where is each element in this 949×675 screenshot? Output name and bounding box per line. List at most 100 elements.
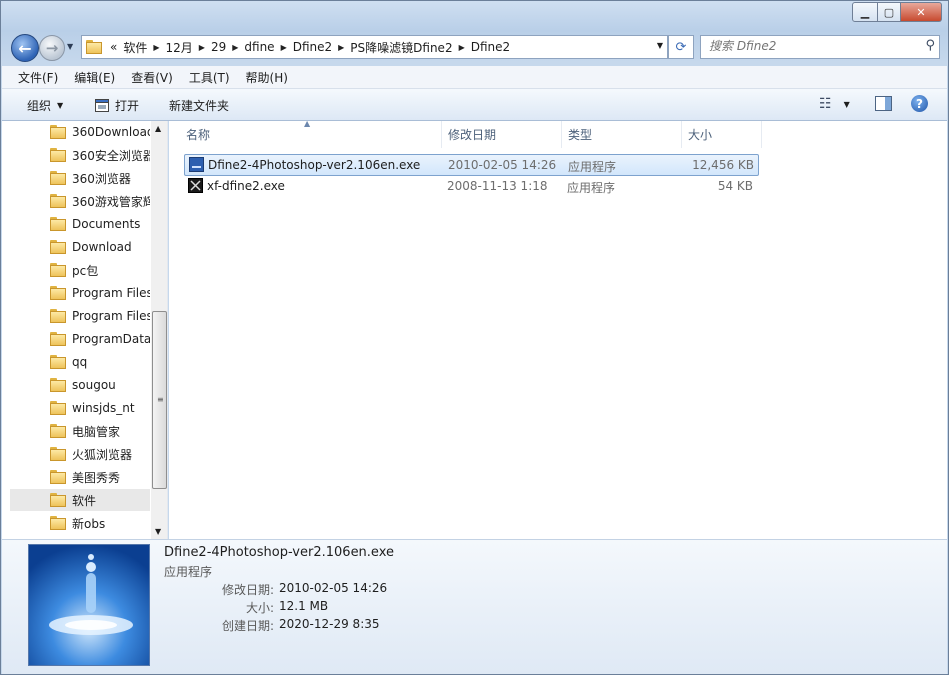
scroll-up-icon[interactable]: ▲ — [155, 124, 161, 133]
breadcrumb-item[interactable]: 29 — [211, 40, 226, 54]
address-dropdown-icon[interactable]: ▼ — [657, 41, 663, 50]
minimize-button[interactable]: ▁ — [852, 2, 878, 22]
column-header-type[interactable]: 类型 — [562, 121, 682, 148]
menu-edit[interactable]: 编辑(E) — [74, 69, 115, 86]
sidebar-item[interactable]: 360浏览器 — [10, 167, 150, 189]
sort-ascending-icon: ▲ — [304, 119, 311, 128]
forward-button[interactable]: → — [39, 35, 65, 61]
file-date: 2008-11-13 1:18 — [447, 179, 548, 193]
menu-tools[interactable]: 工具(T) — [189, 69, 230, 86]
scroll-down-icon[interactable]: ▼ — [155, 527, 161, 536]
details-size-value: 12.1 MB — [279, 599, 329, 613]
sidebar-item-label: 美图秀秀 — [72, 470, 121, 485]
preview-pane-icon[interactable] — [875, 96, 892, 111]
folder-icon — [50, 148, 66, 162]
file-name: Dfine2-4Photoshop-ver2.106en.exe — [208, 158, 421, 172]
open-app-icon — [95, 99, 109, 112]
breadcrumb-separator-icon[interactable]: ▶ — [459, 43, 465, 52]
file-row[interactable]: Dfine2-4Photoshop-ver2.106en.exe 2010-02… — [184, 154, 759, 176]
details-modified-value: 2010-02-05 14:26 — [279, 581, 388, 595]
folder-icon — [50, 194, 66, 208]
folder-icon — [50, 424, 66, 438]
column-date-label: 修改日期 — [448, 128, 497, 142]
details-created: 创建日期: 2020-12-29 8:35 — [164, 617, 384, 635]
back-button[interactable]: ← — [11, 34, 39, 62]
sidebar-item[interactable]: Program Files — [10, 305, 150, 327]
column-header-date[interactable]: 修改日期 — [442, 121, 562, 148]
file-list: 名称 ▲ 修改日期 类型 大小 Dfine2-4Photoshop-ver2.1… — [169, 119, 947, 539]
sidebar-item[interactable]: 火狐浏览器 — [10, 443, 150, 465]
recent-pages-dropdown[interactable]: ▼ — [67, 42, 73, 51]
breadcrumb-separator-icon[interactable]: ▶ — [232, 43, 238, 52]
sidebar-item[interactable]: pc包 — [10, 259, 150, 281]
column-header-size[interactable]: 大小 — [682, 121, 762, 148]
breadcrumb-item[interactable]: 软件 — [123, 39, 147, 56]
sidebar-item[interactable]: 电脑管家 — [10, 420, 150, 442]
details-file-type: 应用程序 — [164, 565, 213, 579]
sidebar-item-selected[interactable]: 软件 — [10, 489, 150, 511]
breadcrumb-item[interactable]: 12月 — [166, 39, 193, 56]
file-type: 应用程序 — [568, 160, 617, 174]
sidebar-scrollbar[interactable]: ▲ ≡ ▼ — [151, 121, 167, 539]
breadcrumb-item[interactable]: Dfine2 — [293, 40, 332, 54]
folder-icon — [50, 401, 66, 415]
scroll-thumb[interactable]: ≡ — [152, 311, 167, 489]
maximize-button[interactable]: ▢ — [878, 2, 901, 22]
breadcrumb-item-current[interactable]: Dfine2 — [471, 40, 510, 54]
back-arrow-icon: ← — [18, 38, 32, 58]
open-button[interactable]: 打开 — [95, 97, 139, 114]
sidebar-item[interactable]: ProgramData — [10, 328, 150, 350]
refresh-button[interactable]: ⟳ — [668, 35, 694, 59]
menu-help[interactable]: 帮助(H) — [246, 69, 288, 86]
sidebar-item[interactable]: 美图秀秀 — [10, 466, 150, 488]
chevron-down-icon: ▼ — [843, 99, 850, 109]
organize-button[interactable]: 组织 ▼ — [27, 97, 63, 114]
details-pane: Dfine2-4Photoshop-ver2.106en.exe 应用程序 修改… — [2, 539, 947, 674]
address-overflow[interactable]: « — [110, 40, 117, 54]
forward-arrow-icon: → — [45, 39, 59, 57]
folder-icon — [86, 40, 102, 54]
sidebar-item-label: 新obs — [72, 516, 106, 531]
sidebar-item[interactable]: 360游戏管家辉 — [10, 190, 150, 212]
breadcrumb-separator-icon[interactable]: ▶ — [199, 43, 205, 52]
sidebar-item[interactable]: winsjds_nt — [10, 397, 150, 419]
breadcrumb-separator-icon[interactable]: ▶ — [281, 43, 287, 52]
sidebar-item-label: 360安全浏览器 — [72, 148, 150, 163]
new-folder-button[interactable]: 新建文件夹 — [169, 97, 229, 114]
column-header-name[interactable]: 名称 ▲ — [169, 119, 442, 148]
sidebar-item[interactable]: sougou — [10, 374, 150, 396]
sidebar-item[interactable]: 新obs — [10, 512, 150, 534]
change-view-button[interactable]: ☷ ▼ — [819, 96, 850, 112]
caption-buttons: ▁ ▢ ✕ — [852, 2, 942, 22]
folder-icon — [50, 286, 66, 300]
sidebar-item[interactable]: 360安全浏览器 — [10, 144, 150, 166]
file-size: 12,456 KB — [692, 158, 754, 172]
sidebar-item[interactable]: Download — [10, 236, 150, 258]
sidebar-item[interactable]: qq — [10, 351, 150, 373]
column-name-label: 名称 — [186, 128, 211, 142]
sidebar-item[interactable]: Program Files — [10, 282, 150, 304]
file-row[interactable]: xf-dfine2.exe 2008-11-13 1:18 应用程序 54 KB — [184, 176, 757, 196]
help-icon[interactable]: ? — [911, 95, 928, 112]
close-button[interactable]: ✕ — [901, 2, 942, 22]
sidebar-item-label: pc包 — [72, 263, 99, 278]
address-bar[interactable]: « 软件 ▶ 12月 ▶ 29 ▶ dfine ▶ Dfine2 ▶ PS降噪滤… — [81, 35, 668, 59]
breadcrumb-item[interactable]: dfine — [244, 40, 274, 54]
folder-icon — [50, 263, 66, 277]
folder-icon — [50, 516, 66, 530]
sidebar-item-label: ProgramData — [72, 332, 150, 346]
breadcrumb-separator-icon[interactable]: ▶ — [153, 43, 159, 52]
search-input[interactable] — [701, 36, 917, 56]
sidebar-item-label: 电脑管家 — [72, 424, 121, 439]
sidebar-item-label: 360浏览器 — [72, 171, 131, 186]
open-label: 打开 — [115, 99, 140, 113]
sidebar-item[interactable]: 360Download — [10, 121, 150, 143]
column-type-label: 类型 — [568, 128, 593, 142]
file-date: 2010-02-05 14:26 — [448, 158, 557, 172]
menu-view[interactable]: 查看(V) — [131, 69, 173, 86]
search-icon[interactable]: ⚲ — [925, 38, 935, 53]
menu-file[interactable]: 文件(F) — [18, 69, 58, 86]
breadcrumb-item[interactable]: PS降噪滤镜Dfine2 — [350, 39, 452, 56]
breadcrumb-separator-icon[interactable]: ▶ — [338, 43, 344, 52]
sidebar-item[interactable]: Documents — [10, 213, 150, 235]
